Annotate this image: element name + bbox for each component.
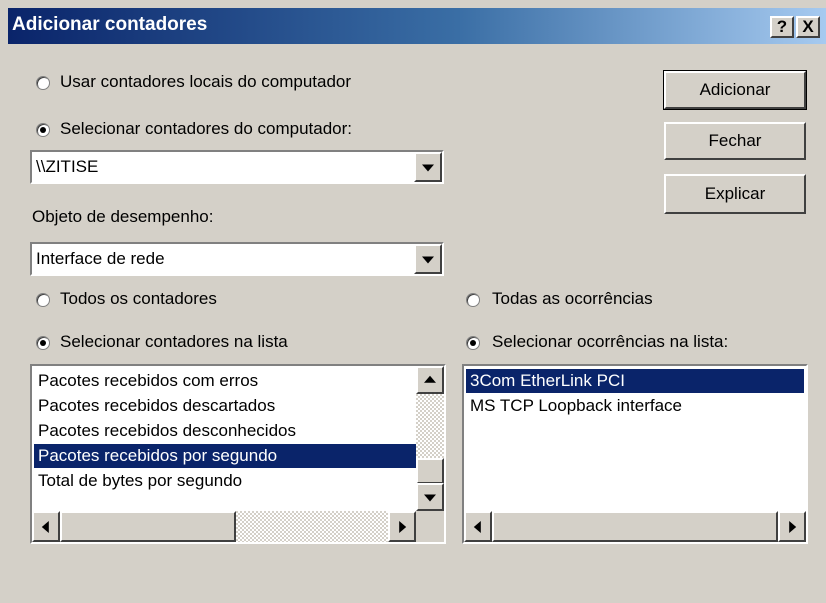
chevron-down-icon (422, 256, 434, 264)
scroll-left-button[interactable] (32, 511, 60, 542)
list-item[interactable]: MS TCP Loopback interface (466, 394, 804, 418)
explain-button[interactable]: Explicar (664, 174, 806, 214)
radio-local-label: Usar contadores locais do computador (60, 72, 352, 91)
list-item-selected[interactable]: 3Com EtherLink PCI (466, 369, 804, 393)
scroll-up-button[interactable] (416, 366, 444, 394)
list-item-selected[interactable]: Pacotes recebidos por segundo (34, 444, 416, 468)
instances-hscroll[interactable] (464, 511, 806, 542)
scroll-thumb[interactable] (60, 511, 236, 542)
radio-local-computer[interactable] (36, 76, 50, 90)
title-bar: Adicionar contadores ? X (8, 8, 826, 44)
object-label: Objeto de desempenho: (32, 207, 214, 226)
arrow-left-icon (473, 520, 481, 533)
list-item[interactable]: Pacotes recebidos com erros (34, 369, 416, 393)
computer-value: \\ZITISE (36, 157, 99, 176)
radio-all-counters-label: Todos os contadores (60, 289, 217, 308)
list-item[interactable]: Pacotes recebidos descartados (34, 394, 416, 418)
list-item[interactable]: Pacotes recebidos desconhecidos (34, 419, 416, 443)
scroll-left-button[interactable] (464, 511, 492, 542)
scroll-down-button[interactable] (416, 483, 444, 511)
radio-list-instances-label: Selecionar ocorrências na lista: (492, 332, 729, 351)
scroll-right-button[interactable] (388, 511, 416, 542)
radio-select-computer-label: Selecionar contadores do computador: (60, 119, 353, 138)
add-button[interactable]: Adicionar (663, 70, 807, 110)
arrow-right-icon (399, 520, 407, 533)
radio-all-counters[interactable] (36, 293, 50, 307)
object-combobox[interactable]: Interface de rede (30, 242, 444, 276)
instances-listbox[interactable]: 3Com EtherLink PCI MS TCP Loopback inter… (462, 364, 808, 544)
window-title: Adicionar contadores (12, 14, 208, 35)
arrow-up-icon (424, 375, 436, 383)
list-item[interactable]: Total de bytes por segundo (34, 469, 416, 493)
radio-list-counters-label: Selecionar contadores na lista (60, 332, 288, 351)
object-value: Interface de rede (36, 249, 165, 268)
counters-hscroll[interactable] (32, 511, 416, 542)
radio-list-instances[interactable] (466, 336, 480, 350)
chevron-down-icon (422, 164, 434, 172)
scroll-thumb[interactable] (492, 511, 778, 542)
radio-all-instances[interactable] (466, 293, 480, 307)
scroll-thumb[interactable] (416, 458, 444, 484)
scroll-corner (416, 511, 444, 542)
arrow-down-icon (424, 494, 436, 502)
close-button[interactable]: Fechar (664, 122, 806, 160)
computer-combobox[interactable]: \\ZITISE (30, 150, 444, 184)
counters-listbox[interactable]: Pacotes recebidos com erros Pacotes rece… (30, 364, 446, 544)
close-icon[interactable]: X (796, 16, 820, 38)
radio-list-counters[interactable] (36, 336, 50, 350)
help-button[interactable]: ? (770, 16, 794, 38)
radio-all-instances-label: Todas as ocorrências (492, 289, 653, 308)
counters-vscroll[interactable] (416, 366, 444, 511)
arrow-right-icon (789, 520, 797, 533)
scroll-right-button[interactable] (778, 511, 806, 542)
arrow-left-icon (41, 520, 49, 533)
object-dropdown-button[interactable] (414, 244, 442, 274)
computer-dropdown-button[interactable] (414, 152, 442, 182)
radio-select-computer[interactable] (36, 123, 50, 137)
